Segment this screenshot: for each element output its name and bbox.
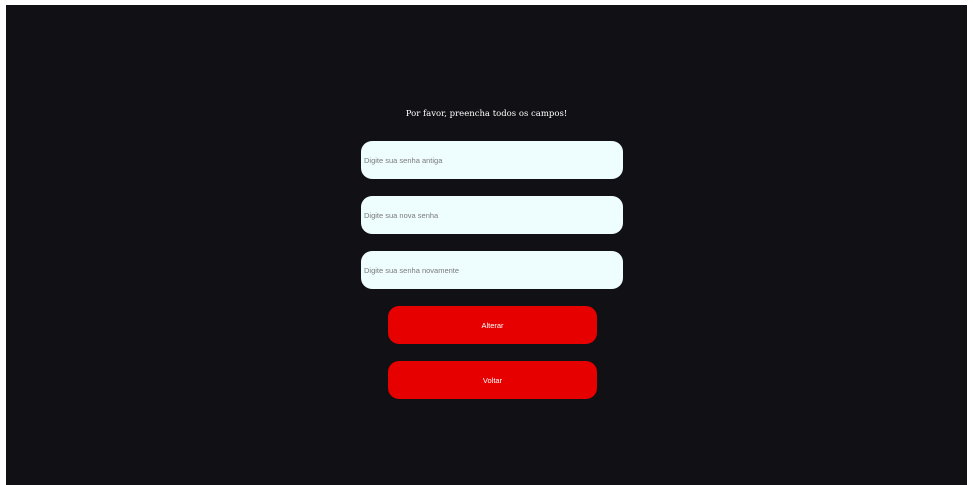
form-message: Por favor, preencha todos os campos!: [405, 109, 568, 119]
confirm-password-input[interactable]: [361, 251, 623, 289]
app-screen: [6, 5, 967, 485]
voltar-button[interactable]: Voltar: [388, 361, 597, 399]
old-password-input[interactable]: [361, 141, 623, 179]
alterar-button[interactable]: Alterar: [388, 306, 597, 344]
new-password-input[interactable]: [361, 196, 623, 234]
